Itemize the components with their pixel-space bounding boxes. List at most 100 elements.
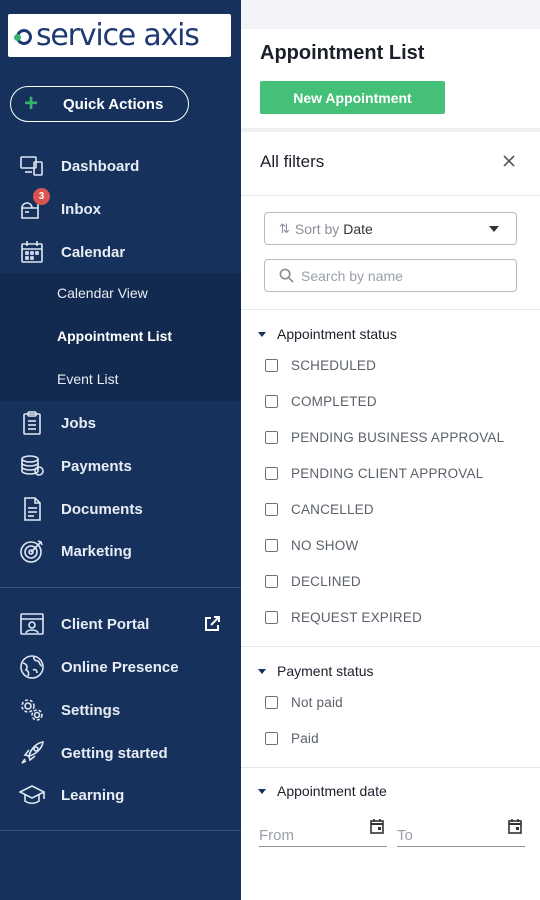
- checkbox[interactable]: [265, 539, 278, 552]
- filters-heading: All filters: [260, 152, 325, 171]
- checkbox-label: PENDING BUSINESS APPROVAL: [291, 430, 505, 445]
- sidebar-item-settings[interactable]: Settings: [0, 690, 241, 730]
- checkbox[interactable]: [265, 503, 278, 516]
- collapse-triangle-icon: [258, 331, 266, 337]
- payment-option-paid[interactable]: Paid: [265, 731, 319, 746]
- close-icon: [503, 155, 515, 167]
- calendar-picker-icon[interactable]: [369, 818, 385, 834]
- sidebar-item-label: Client Portal: [61, 615, 150, 633]
- search-input[interactable]: [301, 267, 501, 284]
- checkbox-label: CANCELLED: [291, 502, 374, 517]
- checkbox-label: REQUEST EXPIRED: [291, 610, 423, 625]
- sidebar-item-client-portal[interactable]: Client Portal: [0, 604, 241, 644]
- date-to-label: To: [397, 827, 413, 844]
- sidebar-divider: [0, 830, 241, 831]
- status-option-pending-client-approval[interactable]: PENDING CLIENT APPROVAL: [265, 466, 483, 481]
- quick-actions-label: Quick Actions: [63, 95, 164, 113]
- divider: [241, 767, 540, 768]
- sidebar-item-label: Online Presence: [61, 658, 179, 676]
- sidebar-item-online-presence[interactable]: Online Presence: [0, 647, 241, 687]
- sidebar-item-label: Calendar: [61, 243, 126, 261]
- status-option-scheduled[interactable]: SCHEDULED: [265, 358, 376, 373]
- clipboard-icon: [18, 409, 46, 437]
- rocket-icon: [18, 739, 46, 767]
- sidebar-item-label: Inbox: [61, 200, 101, 218]
- checkbox-label: DECLINED: [291, 574, 361, 589]
- sidebar-item-inbox[interactable]: 3 Inbox: [0, 188, 241, 229]
- checkbox[interactable]: [265, 395, 278, 408]
- checkbox-label: Paid: [291, 731, 319, 746]
- sidebar-item-marketing[interactable]: Marketing: [0, 531, 241, 571]
- sidebar: service axis + Quick Actions Dashboard 3…: [0, 0, 241, 900]
- submenu-item-appointment-list[interactable]: Appointment List: [57, 328, 172, 344]
- calendar-picker-icon[interactable]: [507, 818, 523, 834]
- coins-icon: [18, 452, 46, 480]
- sidebar-item-jobs[interactable]: Jobs: [0, 403, 241, 443]
- sidebar-item-calendar[interactable]: Calendar: [0, 232, 241, 272]
- checkbox[interactable]: [265, 575, 278, 588]
- date-from-label: From: [259, 827, 294, 844]
- collapse-triangle-icon: [258, 668, 266, 674]
- sidebar-item-dashboard[interactable]: Dashboard: [0, 146, 241, 186]
- logo-text: service axis: [36, 17, 200, 53]
- globe-icon: [18, 653, 46, 681]
- checkbox[interactable]: [265, 611, 278, 624]
- submenu-item-calendar-view[interactable]: Calendar View: [57, 285, 148, 301]
- sidebar-item-label: Payments: [61, 457, 132, 475]
- appointment-status-section-toggle[interactable]: Appointment status: [258, 326, 397, 342]
- collapse-triangle-icon: [258, 788, 266, 794]
- sort-value: Date: [343, 220, 373, 237]
- gears-icon: [18, 696, 46, 724]
- inbox-unread-badge: 3: [33, 188, 50, 205]
- checkbox-label: NO SHOW: [291, 538, 359, 553]
- logo-mark-icon: [14, 26, 34, 46]
- checkbox[interactable]: [265, 431, 278, 444]
- quick-actions-button[interactable]: + Quick Actions: [10, 86, 189, 122]
- new-appointment-button[interactable]: New Appointment: [260, 81, 445, 114]
- close-filters-button[interactable]: [500, 152, 518, 170]
- section-label: Appointment date: [277, 783, 387, 799]
- date-to-field[interactable]: To: [397, 815, 525, 847]
- status-option-request-expired[interactable]: REQUEST EXPIRED: [265, 610, 422, 625]
- calendar-icon: [18, 238, 46, 266]
- appointment-date-section-toggle[interactable]: Appointment date: [258, 783, 387, 799]
- status-option-no-show[interactable]: NO SHOW: [265, 538, 358, 553]
- sort-select[interactable]: ⇅ Sort by Date: [264, 212, 517, 245]
- sidebar-item-label: Marketing: [61, 542, 132, 560]
- submenu-item-event-list[interactable]: Event List: [57, 371, 118, 387]
- payment-option-not-paid[interactable]: Not paid: [265, 695, 343, 710]
- sidebar-divider: [0, 587, 241, 588]
- top-bar: [241, 0, 540, 29]
- divider: [241, 195, 540, 196]
- payment-status-section-toggle[interactable]: Payment status: [258, 663, 374, 679]
- document-icon: [18, 495, 46, 523]
- logo[interactable]: service axis: [8, 14, 231, 57]
- checkbox-label: PENDING CLIENT APPROVAL: [291, 466, 484, 481]
- checkbox[interactable]: [265, 696, 278, 709]
- sidebar-item-getting-started[interactable]: Getting started: [0, 733, 241, 773]
- search-field[interactable]: [264, 259, 517, 292]
- sidebar-item-label: Settings: [61, 701, 121, 719]
- checkbox-label: SCHEDULED: [291, 358, 377, 373]
- date-from-field[interactable]: From: [259, 815, 387, 847]
- section-label: Appointment status: [277, 326, 397, 342]
- status-option-declined[interactable]: DECLINED: [265, 574, 361, 589]
- sidebar-item-label: Getting started: [61, 744, 168, 762]
- sidebar-item-documents[interactable]: Documents: [0, 489, 241, 529]
- sidebar-item-payments[interactable]: Payments: [0, 446, 241, 486]
- status-option-pending-business-approval[interactable]: PENDING BUSINESS APPROVAL: [265, 430, 504, 445]
- status-option-cancelled[interactable]: CANCELLED: [265, 502, 374, 517]
- status-option-completed[interactable]: COMPLETED: [265, 394, 377, 409]
- plus-icon: +: [24, 90, 39, 117]
- sidebar-item-learning[interactable]: Learning: [0, 775, 241, 815]
- section-separator: [241, 128, 540, 132]
- target-icon: [18, 537, 46, 565]
- checkbox[interactable]: [265, 467, 278, 480]
- sidebar-item-label: Documents: [61, 500, 143, 518]
- checkbox[interactable]: [265, 732, 278, 745]
- page-title: Appointment List: [260, 42, 425, 64]
- checkbox-label: COMPLETED: [291, 394, 377, 409]
- checkbox[interactable]: [265, 359, 278, 372]
- external-link-icon[interactable]: [203, 615, 221, 633]
- main-panel: Appointment List New Appointment All fil…: [241, 0, 540, 900]
